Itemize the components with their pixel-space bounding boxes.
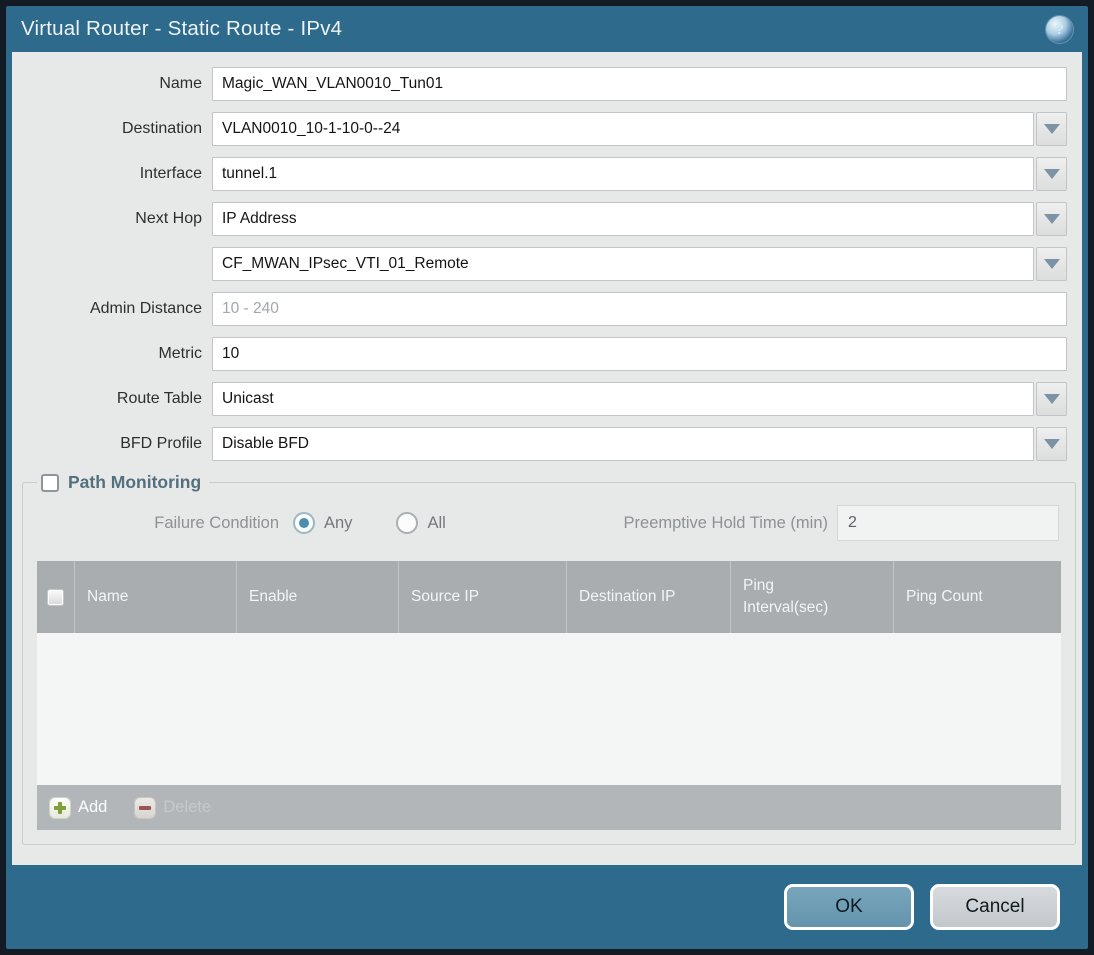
- failure-condition-label: Failure Condition: [154, 513, 279, 532]
- bfd-profile-dropdown-button[interactable]: [1036, 427, 1067, 461]
- next-hop-label: Next Hop: [135, 210, 202, 227]
- failure-condition-all-label: All: [427, 513, 446, 532]
- path-monitoring-title: Path Monitoring: [68, 472, 202, 492]
- cancel-button[interactable]: Cancel: [930, 884, 1060, 930]
- failure-condition-any-label: Any: [324, 513, 353, 532]
- bfd-profile-input[interactable]: [212, 427, 1034, 461]
- route-table-label: Route Table: [116, 390, 202, 407]
- form-row-name: Name: [12, 67, 1067, 101]
- form-row-destination: Destination: [12, 112, 1067, 146]
- help-glyph: ?: [1054, 20, 1065, 38]
- chevron-down-icon: [1043, 214, 1060, 224]
- help-icon[interactable]: ?: [1046, 15, 1073, 43]
- next-hop-type-dropdown-button[interactable]: [1036, 202, 1067, 236]
- ok-button[interactable]: OK: [784, 884, 914, 930]
- column-header-name: Name: [75, 561, 237, 633]
- form-row-route-table: Route Table: [12, 382, 1067, 416]
- metric-input[interactable]: [212, 337, 1067, 371]
- chevron-down-icon: [1043, 394, 1060, 404]
- dialog-body: Name Destination Interface Next Hop Admi…: [12, 52, 1082, 865]
- select-all-cell: [37, 561, 75, 633]
- dialog-footer: OK Cancel: [6, 865, 1088, 949]
- form-row-next-hop-address: [12, 247, 1067, 281]
- admin-distance-label: Admin Distance: [89, 300, 202, 317]
- destination-input[interactable]: [212, 112, 1034, 146]
- column-header-source-ip: Source IP: [399, 561, 567, 633]
- next-hop-type-input[interactable]: [212, 202, 1034, 236]
- path-monitoring-table: Name Enable Source IP Destination IP Pin…: [37, 561, 1061, 830]
- name-label: Name: [159, 75, 202, 92]
- route-table-dropdown-button[interactable]: [1036, 382, 1067, 416]
- column-header-destination-ip: Destination IP: [567, 561, 731, 633]
- form-row-metric: Metric: [12, 337, 1067, 371]
- interface-label: Interface: [139, 165, 202, 182]
- route-table-input[interactable]: [212, 382, 1034, 416]
- interface-dropdown-button[interactable]: [1036, 157, 1067, 191]
- add-button[interactable]: Add: [50, 797, 108, 818]
- column-header-ping-interval: Ping Interval(sec): [731, 561, 894, 633]
- chevron-down-icon: [1043, 124, 1060, 134]
- bfd-profile-label: BFD Profile: [120, 435, 202, 452]
- form-row-admin-distance: Admin Distance: [12, 292, 1067, 326]
- column-header-enable: Enable: [237, 561, 399, 633]
- name-input[interactable]: [212, 67, 1067, 101]
- column-header-ping-count: Ping Count: [906, 588, 983, 605]
- static-route-dialog: Virtual Router - Static Route - IPv4 ? N…: [6, 6, 1088, 949]
- preemptive-hold-time-label: Preemptive Hold Time (min): [623, 513, 828, 532]
- path-monitoring-checkbox[interactable]: [41, 473, 59, 492]
- plus-icon: [50, 797, 70, 818]
- chevron-down-icon: [1043, 169, 1060, 179]
- table-header-row: Name Enable Source IP Destination IP Pin…: [37, 561, 1061, 633]
- path-monitoring-legend: Path Monitoring: [37, 472, 209, 493]
- form-row-bfd-profile: BFD Profile: [12, 427, 1067, 461]
- interface-input[interactable]: [212, 157, 1034, 191]
- delete-button-label: Delete: [163, 798, 212, 816]
- radio-dot: [299, 518, 309, 528]
- destination-label: Destination: [121, 120, 202, 137]
- failure-condition-any-radio: [293, 512, 315, 534]
- failure-condition-all-radio: [396, 512, 419, 534]
- delete-button: Delete: [135, 797, 212, 818]
- add-button-label: Add: [78, 798, 108, 816]
- title-bar: Virtual Router - Static Route - IPv4 ?: [6, 6, 1088, 52]
- form-row-interface: Interface: [12, 157, 1067, 191]
- failure-condition-row: Failure Condition Any All Preemptive Hol…: [37, 505, 1061, 541]
- chevron-down-icon: [1043, 259, 1060, 269]
- form-row-next-hop: Next Hop: [12, 202, 1067, 236]
- next-hop-address-dropdown-button[interactable]: [1036, 247, 1067, 281]
- path-monitoring-section: Path Monitoring Failure Condition Any Al…: [22, 472, 1076, 845]
- admin-distance-input[interactable]: [212, 292, 1067, 326]
- radio-dot: [402, 518, 412, 528]
- select-all-checkbox: [47, 588, 64, 606]
- next-hop-address-input[interactable]: [212, 247, 1034, 281]
- minus-icon: [135, 797, 156, 818]
- destination-dropdown-button[interactable]: [1036, 112, 1067, 146]
- table-body-empty: [37, 633, 1061, 785]
- dialog-title: Virtual Router - Static Route - IPv4: [21, 17, 343, 40]
- preemptive-hold-time-input: [837, 505, 1059, 541]
- metric-label: Metric: [158, 345, 202, 362]
- chevron-down-icon: [1043, 439, 1060, 449]
- table-toolbar: Add Delete: [37, 785, 1061, 830]
